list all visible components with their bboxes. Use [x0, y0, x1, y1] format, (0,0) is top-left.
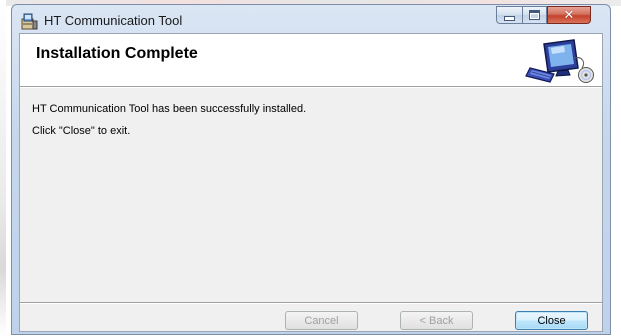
minimize-button[interactable]	[496, 6, 522, 24]
footer-separator	[20, 302, 602, 304]
exit-instruction: Click "Close" to exit.	[32, 125, 131, 137]
window-close-button[interactable]: ✕	[547, 6, 591, 24]
desktop-background-left	[0, 0, 6, 336]
installer-window: HT Communication Tool ✕ Installation Com…	[11, 4, 611, 335]
computer-setup-icon	[524, 38, 596, 84]
header-banner: Installation Complete	[20, 34, 602, 87]
back-button[interactable]: < Back	[400, 311, 473, 330]
installer-app-icon	[21, 13, 38, 30]
success-message: HT Communication Tool has been successfu…	[32, 103, 307, 115]
close-button[interactable]: Close	[515, 311, 588, 330]
dialog-client-area: Installation Complete HT Communication T…	[19, 33, 603, 332]
window-title: HT Communication Tool	[44, 13, 183, 28]
title-bar[interactable]: HT Communication Tool ✕	[12, 5, 610, 33]
maximize-button[interactable]	[522, 6, 547, 24]
page-title: Installation Complete	[36, 45, 198, 62]
maximize-icon	[529, 10, 540, 20]
close-icon: ✕	[563, 7, 575, 23]
cancel-button[interactable]: Cancel	[285, 311, 358, 330]
header-divider	[20, 87, 602, 88]
minimize-icon	[504, 16, 515, 21]
